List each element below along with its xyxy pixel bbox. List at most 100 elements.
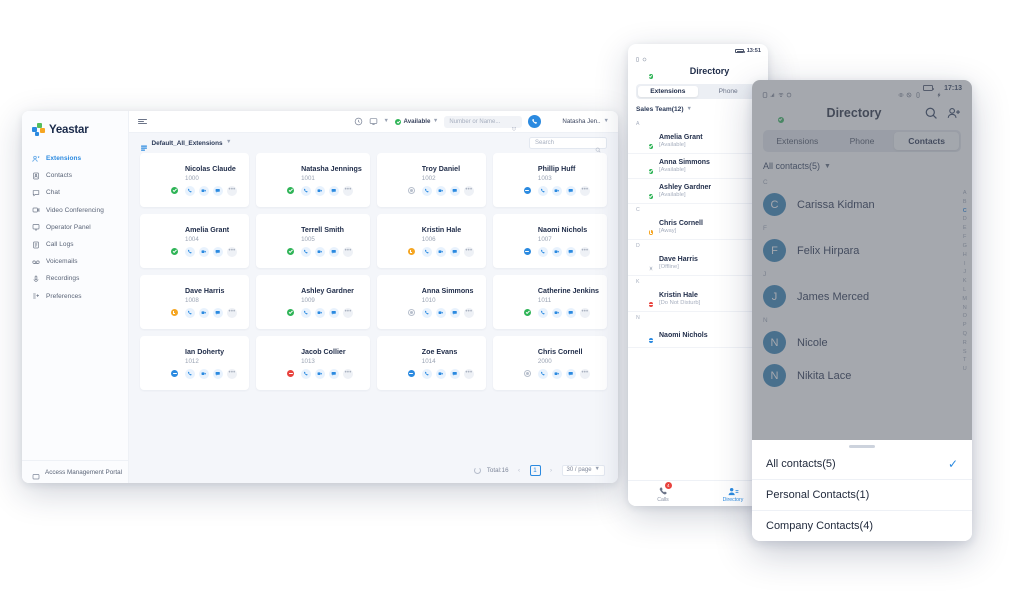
sidebar-item-call-logs[interactable]: Call Logs bbox=[22, 236, 128, 253]
tab-phone[interactable]: Phone bbox=[698, 86, 758, 98]
more-icon[interactable]: ••• bbox=[463, 185, 474, 196]
chat-icon[interactable] bbox=[565, 246, 576, 257]
sidebar-item-contacts[interactable]: Contacts bbox=[22, 167, 128, 184]
refresh-icon[interactable] bbox=[473, 466, 481, 474]
menu-toggle-icon[interactable] bbox=[138, 117, 147, 126]
tablet-contact-list[interactable]: A Amelia Grant [Available] Anna Simmons [Ava… bbox=[628, 118, 768, 480]
phone-icon[interactable] bbox=[301, 307, 312, 318]
list-item[interactable]: Dave Harris [Offline] bbox=[628, 251, 768, 276]
list-item[interactable]: N Nicole bbox=[752, 326, 972, 359]
chat-icon[interactable] bbox=[329, 246, 340, 257]
chat-icon[interactable] bbox=[213, 185, 223, 196]
index-letter[interactable]: C bbox=[963, 207, 967, 216]
index-letter[interactable]: I bbox=[964, 260, 966, 269]
list-item[interactable]: Naomi Nichols bbox=[628, 323, 768, 348]
list-item[interactable]: Chris Cornell [Away] bbox=[628, 215, 768, 240]
tab-phone[interactable]: Phone bbox=[830, 132, 895, 150]
phone-icon[interactable] bbox=[185, 185, 195, 196]
index-letter[interactable]: F bbox=[963, 233, 966, 242]
index-letter[interactable]: A bbox=[963, 189, 967, 198]
sidebar-item-recordings[interactable]: Recordings bbox=[22, 270, 128, 287]
access-management-portal-link[interactable]: Access Management Portal bbox=[22, 460, 128, 483]
video-icon[interactable] bbox=[315, 246, 326, 257]
more-icon[interactable]: ••• bbox=[579, 246, 590, 257]
chat-icon[interactable] bbox=[213, 246, 223, 257]
extension-card[interactable]: Chris Cornell 2000 ••• bbox=[492, 336, 607, 390]
index-letter[interactable]: R bbox=[963, 339, 967, 348]
extension-card[interactable]: Catherine Jenkins 1011 ••• bbox=[492, 275, 607, 329]
phone-contact-list[interactable]: C C Carissa Kidman F F Felix Hirpara J J James M… bbox=[752, 175, 972, 440]
index-letter[interactable]: H bbox=[963, 251, 967, 260]
extension-card[interactable]: Terrell Smith 1005 ••• bbox=[256, 214, 370, 268]
page-size-selector[interactable]: 30 / page ▼ bbox=[561, 464, 605, 476]
list-item[interactable]: Kristin Hale [Do Not Disturb] bbox=[628, 287, 768, 312]
phone-icon[interactable] bbox=[421, 246, 432, 257]
sidebar-item-preferences[interactable]: Preferences bbox=[22, 288, 128, 305]
more-icon[interactable]: ••• bbox=[579, 368, 590, 379]
list-item[interactable]: Anna Simmons [Available] bbox=[628, 154, 768, 179]
phone-icon[interactable] bbox=[301, 185, 312, 196]
phone-icon[interactable] bbox=[301, 246, 312, 257]
more-icon[interactable]: ••• bbox=[343, 307, 354, 318]
phone-icon[interactable] bbox=[421, 185, 432, 196]
extension-card[interactable]: Dave Harris 1008 ••• bbox=[140, 275, 250, 329]
chat-icon[interactable] bbox=[449, 246, 460, 257]
extension-card[interactable]: Anna Simmons 1010 ••• bbox=[376, 275, 486, 329]
extension-card[interactable]: Ashley Gardner 1009 ••• bbox=[256, 275, 370, 329]
video-icon[interactable] bbox=[435, 185, 446, 196]
sidebar-item-video-conferencing[interactable]: Video Conferencing bbox=[22, 202, 128, 219]
list-item[interactable]: F Felix Hirpara bbox=[752, 234, 972, 267]
page-number[interactable]: 1 bbox=[529, 464, 541, 476]
tab-contacts[interactable]: Contacts bbox=[894, 132, 960, 150]
phone-icon[interactable] bbox=[537, 307, 548, 318]
phone-icon[interactable] bbox=[301, 368, 312, 379]
contacts-filter-selector[interactable]: All contacts(5) ▼ bbox=[752, 152, 972, 175]
extension-card[interactable]: Amelia Grant 1004 ••• bbox=[140, 214, 250, 268]
more-icon[interactable]: ••• bbox=[343, 185, 354, 196]
make-call-button[interactable] bbox=[528, 115, 542, 128]
sidebar-item-chat[interactable]: Chat bbox=[22, 184, 128, 201]
more-icon[interactable]: ••• bbox=[227, 185, 237, 196]
video-icon[interactable] bbox=[551, 185, 562, 196]
index-letter[interactable]: T bbox=[963, 356, 966, 365]
chat-icon[interactable] bbox=[565, 307, 576, 318]
more-icon[interactable]: ••• bbox=[579, 185, 590, 196]
chat-icon[interactable] bbox=[329, 368, 340, 379]
index-letter[interactable]: J bbox=[963, 268, 966, 277]
tab-extensions[interactable]: Extensions bbox=[637, 85, 698, 98]
sheet-option[interactable]: Company Contacts(4) bbox=[752, 510, 972, 541]
chat-icon[interactable] bbox=[329, 185, 340, 196]
chat-icon[interactable] bbox=[329, 307, 340, 318]
add-contact-icon[interactable] bbox=[947, 106, 961, 120]
sheet-option[interactable]: All contacts(5) ✓ bbox=[752, 448, 972, 479]
video-icon[interactable] bbox=[315, 368, 326, 379]
video-icon[interactable] bbox=[435, 246, 446, 257]
index-letter[interactable]: M bbox=[962, 295, 967, 304]
chat-icon[interactable] bbox=[449, 368, 460, 379]
more-icon[interactable]: ••• bbox=[343, 246, 354, 257]
list-item[interactable]: N Nikita Lace bbox=[752, 359, 972, 392]
sidebar-item-extensions[interactable]: Extensions bbox=[22, 150, 128, 167]
extension-card[interactable]: Natasha Jennings 1001 ••• bbox=[256, 153, 370, 207]
video-icon[interactable] bbox=[199, 307, 209, 318]
index-letter[interactable]: D bbox=[963, 215, 967, 224]
sidebar-item-operator-panel[interactable]: Operator Panel bbox=[22, 219, 128, 236]
extension-card[interactable]: Kristin Hale 1006 ••• bbox=[376, 214, 486, 268]
next-page-button[interactable]: › bbox=[547, 467, 556, 474]
phone-icon[interactable] bbox=[185, 368, 195, 379]
phone-icon[interactable] bbox=[537, 246, 548, 257]
phone-icon[interactable] bbox=[185, 307, 195, 318]
more-icon[interactable]: ••• bbox=[463, 368, 474, 379]
chat-icon[interactable] bbox=[449, 307, 460, 318]
index-letter[interactable]: S bbox=[963, 348, 967, 357]
chat-icon[interactable] bbox=[213, 368, 223, 379]
video-icon[interactable] bbox=[199, 185, 209, 196]
tab-extensions[interactable]: Extensions bbox=[765, 132, 830, 150]
keypad-icon[interactable] bbox=[511, 119, 517, 131]
search-icon[interactable] bbox=[924, 106, 938, 120]
extension-group-selector[interactable]: Default_All_Extensions ▼ bbox=[140, 139, 231, 151]
index-letter[interactable]: Q bbox=[963, 330, 967, 339]
extension-card[interactable]: Zoe Evans 1014 ••• bbox=[376, 336, 486, 390]
avatar[interactable] bbox=[636, 63, 654, 80]
prev-page-button[interactable]: ‹ bbox=[515, 467, 524, 474]
